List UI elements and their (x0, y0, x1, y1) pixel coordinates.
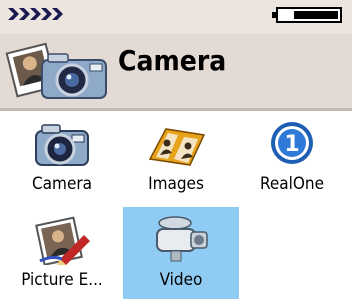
camera-icon (35, 124, 89, 166)
app-grid: Camera Images 1 RealOne Picture E... Vid… (0, 111, 352, 302)
app-tile-images[interactable]: Images (116, 111, 236, 203)
app-label: Picture E... (21, 270, 103, 290)
app-header: Camera (0, 34, 352, 108)
images-icon (148, 128, 206, 166)
status-bar (0, 0, 352, 34)
app-label: RealOne (259, 174, 325, 194)
picture-editor-icon (35, 216, 90, 265)
app-label: Video (159, 270, 203, 290)
app-tile-picture-editor[interactable]: Picture E... (2, 207, 122, 299)
app-tile-video[interactable]: Video (123, 207, 239, 299)
battery-icon (272, 7, 342, 23)
signal-arrows-icon (8, 8, 63, 20)
app-label: Camera (31, 174, 93, 194)
video-camera-icon (156, 216, 208, 262)
svg-text:1: 1 (284, 132, 299, 157)
camera-photos-icon (5, 42, 107, 99)
page-title: Camera (118, 44, 227, 77)
app-tile-realone[interactable]: 1 RealOne (232, 111, 352, 203)
app-label: Images (148, 174, 204, 194)
app-tile-camera[interactable]: Camera (2, 111, 122, 203)
realone-icon: 1 (271, 122, 313, 164)
